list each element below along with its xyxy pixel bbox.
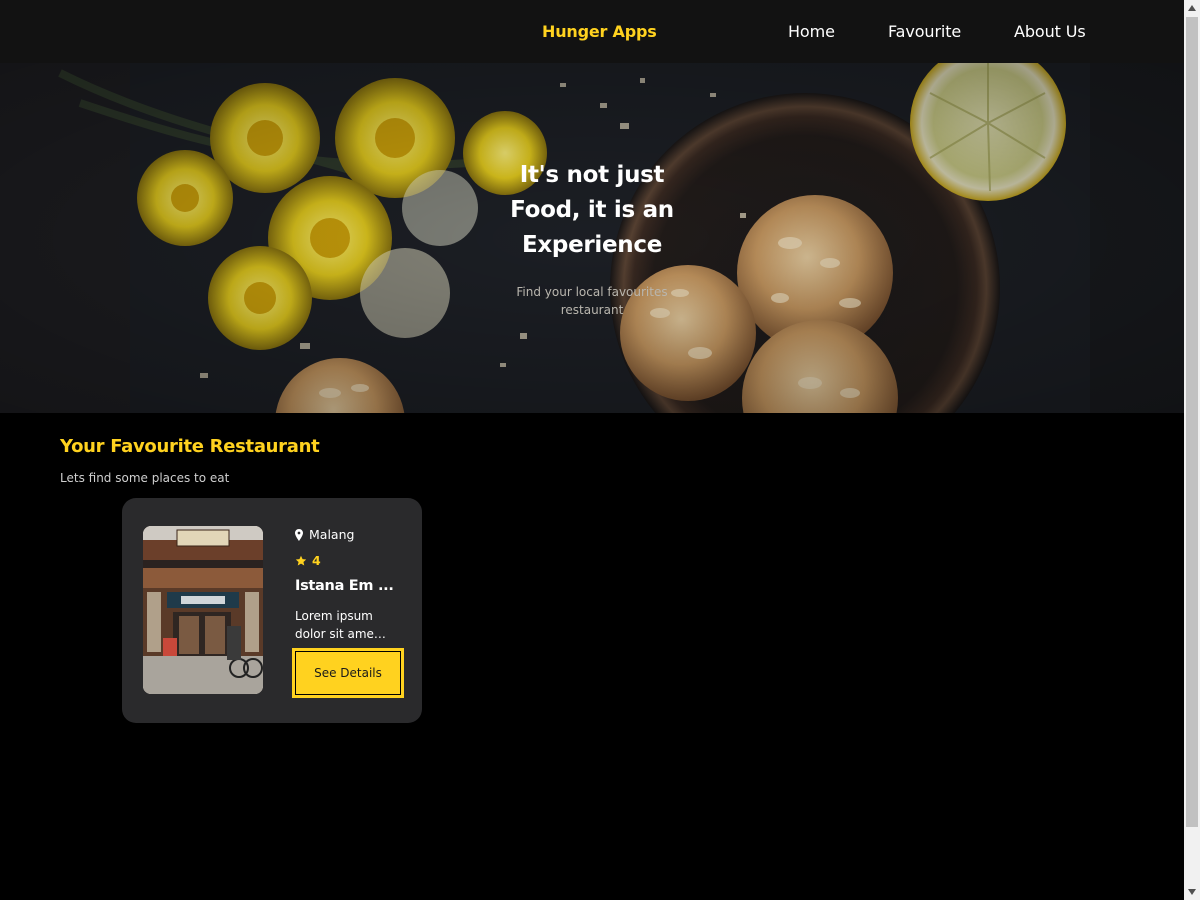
main-nav: Home Favourite About Us: [0, 22, 1184, 44]
scrollbar-thumb[interactable]: [1186, 17, 1198, 827]
star-icon: [295, 555, 307, 566]
nav-home-link[interactable]: Home: [788, 22, 835, 41]
hero-subtitle-line: Find your local favourites: [516, 285, 668, 299]
restaurant-thumbnail: [143, 526, 263, 694]
nav-about-us-link[interactable]: About Us: [1014, 22, 1086, 41]
hero-subtitle: Find your local favourites restaurant: [492, 283, 692, 319]
hero-subtitle-line: restaurant: [560, 303, 624, 317]
rating-value: 4: [312, 553, 321, 568]
scroll-up-button[interactable]: [1184, 0, 1200, 16]
section-title: Your Favourite Restaurant: [60, 436, 320, 457]
description-line: Lorem ipsum: [295, 609, 373, 623]
restaurant-description: Lorem ipsum dolor sit ame ...: [295, 607, 389, 643]
hero-title: It's not just Food, it is an Experience: [492, 158, 692, 263]
restaurant-card: Malang 4 Istana Em ... Lorem ipsum dolor…: [122, 498, 422, 723]
restaurant-location: Malang: [295, 527, 354, 542]
hero-banner: It's not just Food, it is an Experience …: [0, 63, 1184, 413]
scroll-down-button[interactable]: [1184, 884, 1200, 900]
restaurant-name: Istana Em ...: [295, 578, 394, 594]
description-line: dolor sit ame ...: [295, 627, 389, 641]
scroll-down-arrow-icon: [1188, 889, 1196, 895]
nav-favourite-link[interactable]: Favourite: [888, 22, 961, 41]
map-pin-icon: [295, 528, 303, 541]
restaurant-city: Malang: [309, 527, 355, 542]
section-subtitle: Lets find some places to eat: [60, 471, 230, 485]
page: Hunger Apps Home Favourite About Us It's…: [0, 0, 1184, 900]
restaurant-storefront-image: [143, 526, 263, 694]
hero-title-line: Experience: [521, 232, 663, 258]
vertical-scrollbar[interactable]: [1184, 0, 1200, 900]
top-navigation-bar: Hunger Apps Home Favourite About Us: [0, 0, 1184, 63]
restaurant-rating: 4: [295, 553, 321, 568]
see-details-button[interactable]: See Details: [292, 648, 404, 698]
hero-title-line: Food, it is an: [510, 197, 674, 223]
hero-title-line: It's not just: [519, 162, 665, 188]
scroll-up-arrow-icon: [1188, 5, 1196, 11]
